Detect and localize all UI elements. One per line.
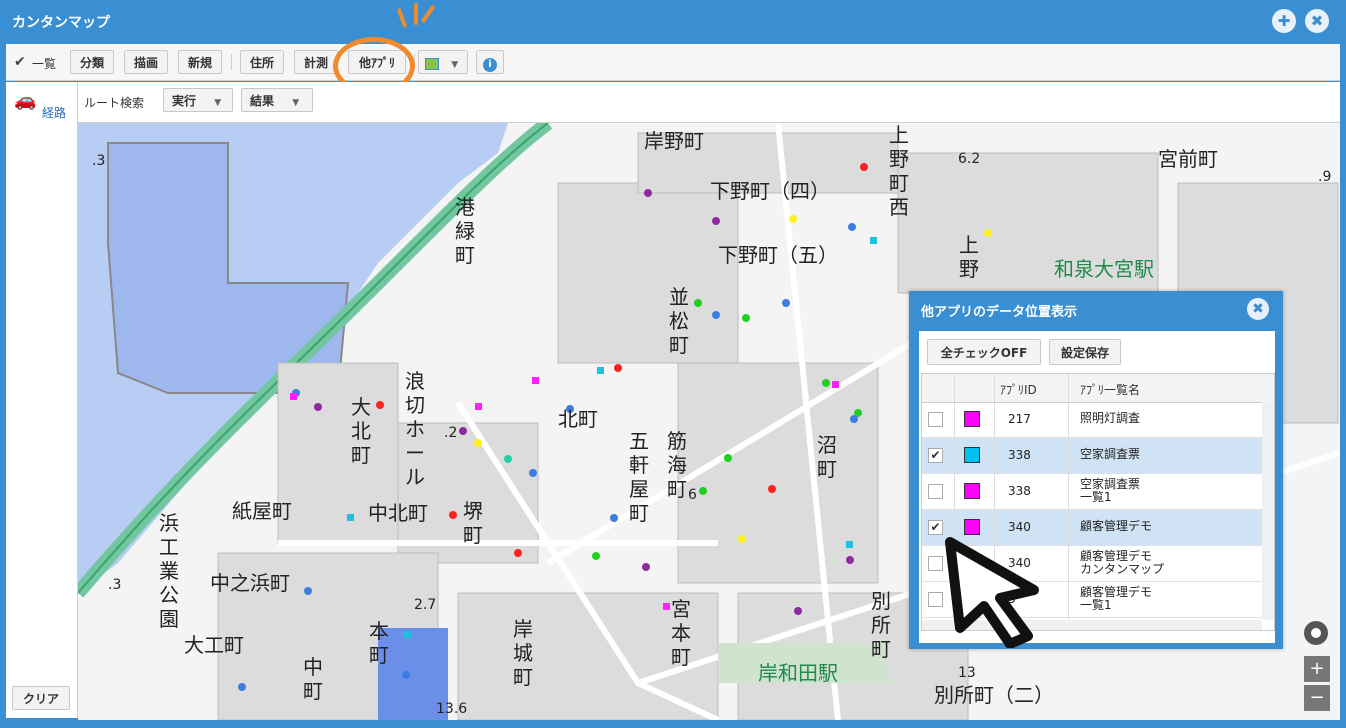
map-label: 上野 [959,233,979,281]
info-icon: i [483,58,497,72]
row-color-swatch[interactable] [964,483,980,499]
map-label: 紙屋町 [232,499,292,523]
close-icon[interactable]: ✖ [1305,9,1329,33]
zoom-out-button[interactable]: − [1304,685,1330,711]
map-label: 下野町（五） [718,243,838,267]
map-label: 別所町 [871,589,891,661]
map-label: 本町 [369,619,389,667]
map-label: 宮前町 [1158,147,1218,171]
map-number: .3 [108,577,122,593]
address-button[interactable]: 住所 [240,50,284,74]
left-side-panel: 🚗 経路 クリア [6,82,78,718]
vertical-scrollbar[interactable] [1262,402,1274,620]
map-number: 6.2 [958,151,981,167]
col-app-name[interactable]: ｱﾌﾟﾘ一覧名 [1080,381,1140,398]
chevron-down-icon: ▼ [214,98,222,108]
image-layer-icon [425,57,439,70]
toolbar-separator [231,54,232,70]
app-row[interactable]: 217 照明灯調査 [922,402,1262,438]
map-label: 浪切ホール [405,369,425,489]
map-label: 岸和田駅 [758,661,838,685]
result-dropdown[interactable]: 結果 ▼ [241,88,313,112]
row-checkbox[interactable]: ✔ [928,448,943,463]
row-app-name: 照明灯調査 [1080,411,1141,425]
info-button[interactable]: i [476,50,504,74]
chevron-down-icon: ▼ [451,60,459,70]
run-label: 実行 [172,94,197,108]
row-app-id: 338 [1008,448,1031,462]
row-color-swatch[interactable] [964,411,980,427]
list-label: 一覧 [32,57,57,71]
list-checkbox[interactable]: ✔ [14,55,28,69]
layer-dropdown[interactable]: ▼ [418,50,468,74]
row-color-swatch[interactable] [964,447,980,463]
map-label: 港緑町 [455,195,475,267]
window-title-bar: カンタンマップ ✚ ✖ [0,0,1346,42]
draw-button[interactable]: 描画 [124,50,168,74]
map-label: 筋海町 [667,429,687,501]
map-label: 大工町 [184,633,244,657]
row-app-name: 空家調査票 [1080,447,1141,461]
move-icon[interactable]: ✚ [1272,9,1296,33]
map-label: 北町 [558,407,598,431]
main-toolbar: ✔ 一覧 分類 描画 新規 住所 計測 他ｱﾌﾟﾘ ▼ i [6,44,1340,81]
clear-button[interactable]: クリア [12,686,70,710]
route-tab-label[interactable]: 経路 [42,104,66,121]
map-label: 沼町 [817,433,837,481]
check-all-off-button[interactable]: 全チェックOFF [927,339,1041,365]
highlight-ray [414,3,418,25]
map-label: 堺町 [463,499,483,547]
row-app-name: 顧客管理デモ 一覧1 [1080,585,1153,612]
category-button[interactable]: 分類 [70,50,114,74]
map-number: .9 [1318,169,1332,185]
app-row[interactable]: 338 空家調査票 一覧1 [922,474,1262,510]
map-label: 和泉大宮駅 [1054,257,1154,281]
save-settings-button[interactable]: 設定保存 [1049,339,1121,365]
new-button[interactable]: 新規 [178,50,222,74]
map-label: 別所町（二） [934,683,1054,707]
map-number: .3 [92,153,106,169]
map-number: 13.6 [436,701,468,717]
route-search-bar: ルート検索 実行 ▼ 結果 ▼ [78,82,1340,123]
map-label: 並松町 [669,285,689,357]
map-label: 五軒屋町 [629,429,649,525]
map-label: 下野町（四） [710,179,830,203]
map-label: 中之浜町 [210,571,290,595]
panel-title: 他アプリのデータ位置表示 [921,305,1078,320]
run-dropdown[interactable]: 実行 ▼ [163,88,233,112]
col-app-id[interactable]: ｱﾌﾟﾘID [1000,381,1037,398]
map-label: 大北町 [351,395,371,467]
row-app-name: 顧客管理デモ [1080,519,1153,533]
mouse-pointer-icon [945,537,1039,648]
map-number: 2.7 [414,597,437,613]
map-label: 岸城町 [513,617,533,689]
map-label: 宮本町 [671,597,691,669]
route-icon[interactable]: 🚗 [14,90,36,111]
row-app-id: 217 [1008,412,1031,426]
app-row[interactable]: ✔ 338 空家調査票 [922,438,1262,474]
grid-divider [1068,374,1069,630]
map-label: 浜工業公園 [159,511,179,631]
grid-header: ｱﾌﾟﾘID ｱﾌﾟﾘ一覧名 [922,374,1274,403]
map-label: 中町 [303,655,323,703]
chevron-down-icon: ▼ [292,98,300,108]
map-label: 上野町西 [889,123,909,219]
map-number: 13 [958,665,976,681]
route-search-label: ルート検索 [84,96,145,110]
panel-close-icon[interactable]: ✖ [1247,298,1269,320]
zoom-in-button[interactable]: + [1304,656,1330,682]
map-number: .2 [444,425,458,441]
row-app-name: 顧客管理デモ カンタンマップ [1080,549,1165,576]
window-title: カンタンマップ [12,15,110,31]
row-checkbox[interactable] [928,412,943,427]
result-label: 結果 [250,94,275,108]
map-label: 岸野町 [644,129,704,153]
map-label: 中北町 [368,501,428,525]
row-app-id: 338 [1008,484,1031,498]
map-number: 6 [688,487,697,503]
measure-button[interactable]: 計測 [294,50,338,74]
row-checkbox[interactable] [928,484,943,499]
row-app-name: 空家調査票 一覧1 [1080,477,1141,504]
